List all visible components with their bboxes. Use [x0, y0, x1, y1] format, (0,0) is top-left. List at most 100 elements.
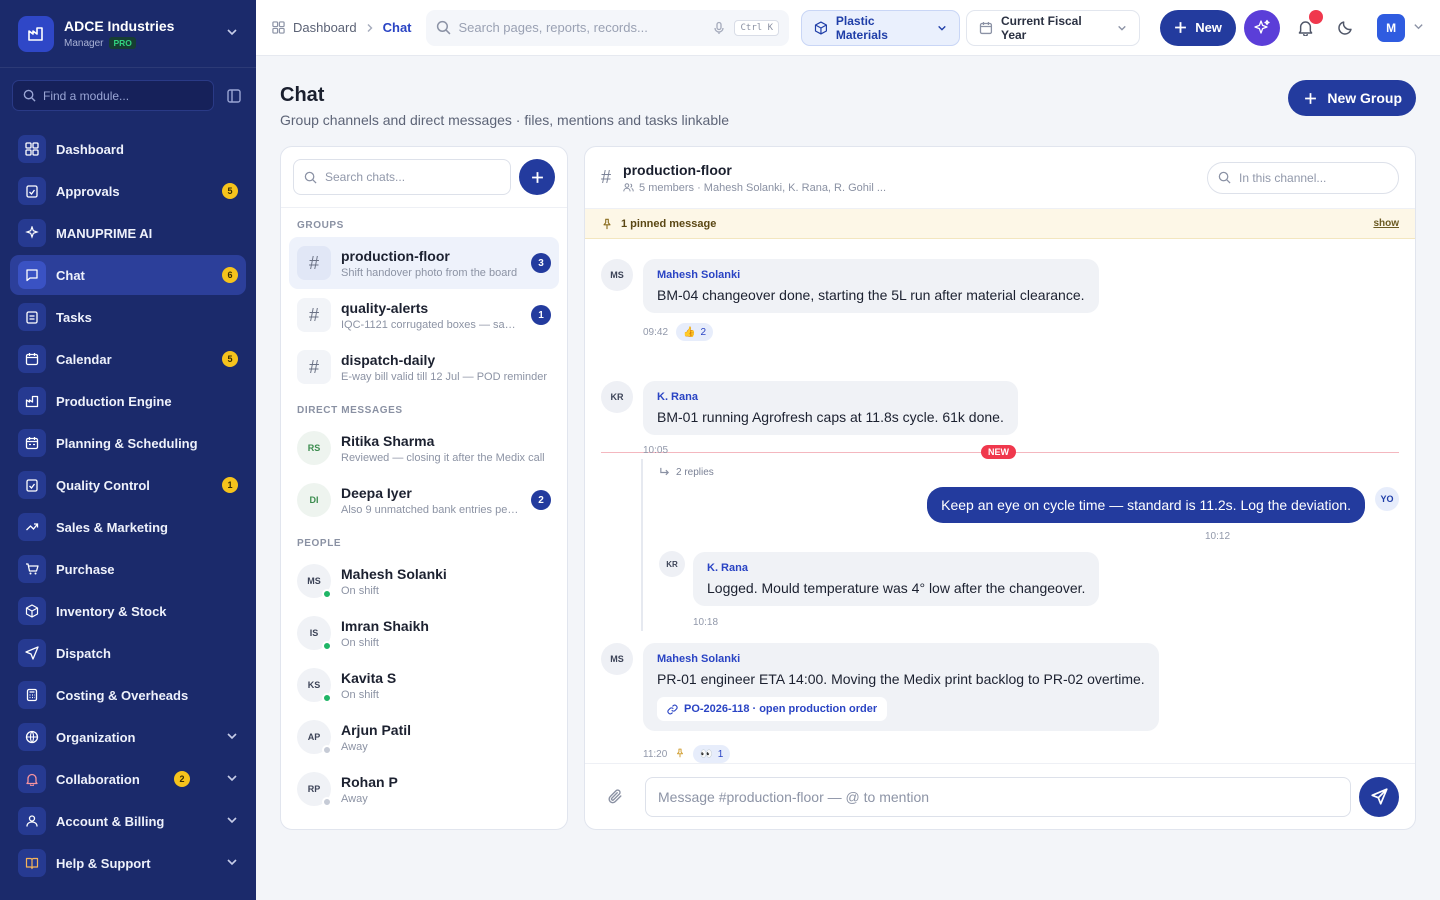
- new-chat-button[interactable]: [519, 159, 555, 195]
- globe-icon: [18, 723, 46, 751]
- sparkles-icon: [18, 219, 46, 247]
- avatar: YO: [1375, 487, 1399, 511]
- sidebar-item-sales-marketing[interactable]: Sales & Marketing: [10, 507, 246, 547]
- message-text: BM-01 running Agrofresh caps at 11.8s cy…: [657, 409, 1004, 425]
- person-item[interactable]: AP Arjun Patil Away: [289, 711, 559, 763]
- new-group-button[interactable]: New Group: [1288, 80, 1416, 116]
- chevron-down-icon: [226, 730, 238, 745]
- message-input-placeholder: Message #production-floor — @ to mention: [658, 788, 930, 805]
- pin-icon: [603, 218, 611, 229]
- avatar: AP: [297, 720, 332, 755]
- chat-preview: E-way bill valid till 12 Jul — POD remin…: [341, 370, 548, 383]
- sidebar-item-production-engine[interactable]: Production Engine: [10, 381, 246, 421]
- chevron-down-icon[interactable]: [1413, 20, 1424, 35]
- sidebar-nav: Dashboard Approvals 5 MANUPRIME AI Chat …: [0, 129, 256, 883]
- module-search-input[interactable]: Find a module...: [12, 80, 214, 111]
- message-author[interactable]: K. Rana: [657, 391, 1004, 403]
- dm-item-ritika-sharma[interactable]: RS Ritika Sharma Reviewed — closing it af…: [289, 422, 559, 474]
- sidebar-item-label: Costing & Overheads: [56, 687, 189, 703]
- chat-search-input[interactable]: Search chats...: [293, 159, 511, 195]
- avatar: IS: [297, 616, 332, 651]
- sidebar-item-manuprime-ai[interactable]: MANUPRIME AI: [10, 213, 246, 253]
- count-badge: 6: [222, 267, 238, 283]
- breadcrumb: Dashboard Chat: [272, 20, 412, 35]
- sidebar-item-label: Chat: [56, 267, 85, 283]
- message-input[interactable]: Message #production-floor — @ to mention: [645, 776, 1351, 817]
- top-bar: Dashboard Chat Search pages, reports, re…: [256, 0, 1440, 56]
- message-author[interactable]: Mahesh Solanki: [657, 653, 1145, 665]
- reaction-chip[interactable]: 👀 1: [693, 745, 731, 763]
- chat-name: dispatch-daily: [341, 351, 436, 368]
- sidebar-item-dashboard[interactable]: Dashboard: [10, 129, 246, 169]
- sidebar-item-label: Production Engine: [56, 393, 172, 409]
- period-selector[interactable]: Current Fiscal Year: [966, 9, 1141, 46]
- material-selector[interactable]: Plastic Materials: [801, 9, 961, 46]
- chat-preview: Reviewed — closing it after the Medix ca…: [341, 451, 545, 464]
- person-item[interactable]: MS Mahesh Solanki On shift: [289, 555, 559, 607]
- ai-assistant-button[interactable]: [1243, 9, 1280, 46]
- sparkles-icon: [1254, 19, 1270, 34]
- sidebar-item-calendar[interactable]: Calendar 5: [10, 339, 246, 379]
- new-tag: NEW: [981, 445, 1016, 459]
- chat-item-dispatch-daily[interactable]: # dispatch-daily E-way bill valid till 12…: [289, 341, 559, 393]
- send-icon: [18, 639, 46, 667]
- person-item[interactable]: IS Imran Shaikh On shift: [289, 607, 559, 659]
- pin-icon: [675, 748, 685, 761]
- sidebar-item-approvals[interactable]: Approvals 5: [10, 171, 246, 211]
- sidebar-item-organization[interactable]: Organization: [10, 717, 246, 757]
- channel-search-input[interactable]: In this channel...: [1207, 161, 1399, 194]
- linked-record-chip[interactable]: PO-2026-118 · open production order: [657, 697, 888, 721]
- sidebar-item-costing[interactable]: Costing & Overheads: [10, 675, 246, 715]
- person-item[interactable]: KS Kavita S On shift: [289, 659, 559, 711]
- paperclip-icon[interactable]: [601, 788, 629, 805]
- message-text: BM-04 changeover done, starting the 5L r…: [657, 287, 1085, 303]
- shortcut-hint: Ctrl K: [734, 19, 779, 36]
- material-selector-label: Plastic Materials: [835, 13, 888, 42]
- person-item[interactable]: RP Rohan P Away: [289, 763, 559, 815]
- plus-icon: [531, 171, 543, 183]
- person-name: Arjun Patil: [341, 721, 412, 738]
- chat-item-quality-alerts[interactable]: # quality-alerts IQC-1121 corrugated boxe…: [289, 289, 559, 341]
- breadcrumb-dashboard[interactable]: Dashboard: [293, 20, 357, 35]
- sidebar-item-purchase[interactable]: Purchase: [10, 549, 246, 589]
- thread-replies[interactable]: 2 replies: [659, 467, 714, 478]
- sidebar-item-inventory[interactable]: Inventory & Stock: [10, 591, 246, 631]
- cart-icon: [18, 555, 46, 583]
- sidebar-item-planning[interactable]: Planning & Scheduling: [10, 423, 246, 463]
- reaction-chip[interactable]: 👍 2: [676, 323, 714, 341]
- sidebar-collapse-icon[interactable]: [224, 86, 244, 106]
- chat-item-production-floor[interactable]: # production-floor Shift handover photo f…: [289, 237, 559, 289]
- message-composer: Message #production-floor — @ to mention: [585, 763, 1415, 829]
- show-pinned-link[interactable]: show: [1373, 218, 1399, 229]
- new-button[interactable]: New: [1160, 9, 1236, 46]
- search-placeholder: Search pages, reports, records...: [458, 20, 648, 35]
- presence-dot: [322, 797, 332, 807]
- sidebar-item-chat[interactable]: Chat 6: [10, 255, 246, 295]
- user-avatar[interactable]: M: [1377, 13, 1405, 42]
- message-bubble: Mahesh Solanki PR-01 engineer ETA 14:00.…: [643, 643, 1159, 731]
- chat-preview: Also 9 unmatched bank entries pending: [341, 503, 523, 516]
- users-icon: [623, 183, 634, 192]
- message-bubble: K. Rana BM-01 running Agrofresh caps at …: [643, 381, 1018, 435]
- global-search-input[interactable]: Search pages, reports, records... Ctrl K: [425, 9, 789, 46]
- message-author[interactable]: Mahesh Solanki: [657, 269, 1085, 281]
- sidebar-item-dispatch[interactable]: Dispatch: [10, 633, 246, 673]
- plus-icon: [1175, 22, 1187, 33]
- sidebar-item-help-support[interactable]: Help & Support: [10, 843, 246, 883]
- dm-item-deepa-iyer[interactable]: DI Deepa Iyer Also 9 unmatched bank entri…: [289, 474, 559, 526]
- sidebar-item-account-billing[interactable]: Account & Billing: [10, 801, 246, 841]
- theme-toggle[interactable]: [1329, 12, 1361, 44]
- reply-arrow-icon: [660, 467, 670, 476]
- sidebar-item-tasks[interactable]: Tasks: [10, 297, 246, 337]
- person-name: Imran Shaikh: [341, 617, 429, 634]
- sidebar-item-collaboration[interactable]: Collaboration 2: [10, 759, 246, 799]
- channel-members[interactable]: 5 members · Mahesh Solanki, K. Rana, R. …: [639, 182, 886, 194]
- org-switcher[interactable]: ADCE Industries Manager PRO: [0, 0, 256, 68]
- hash-icon: #: [297, 350, 331, 384]
- notifications-button[interactable]: [1290, 9, 1324, 44]
- message-author[interactable]: K. Rana: [707, 562, 1085, 574]
- sidebar-item-quality-control[interactable]: Quality Control 1: [10, 465, 246, 505]
- microphone-icon[interactable]: [712, 21, 726, 35]
- box-icon: [814, 20, 827, 35]
- send-button[interactable]: [1359, 776, 1399, 817]
